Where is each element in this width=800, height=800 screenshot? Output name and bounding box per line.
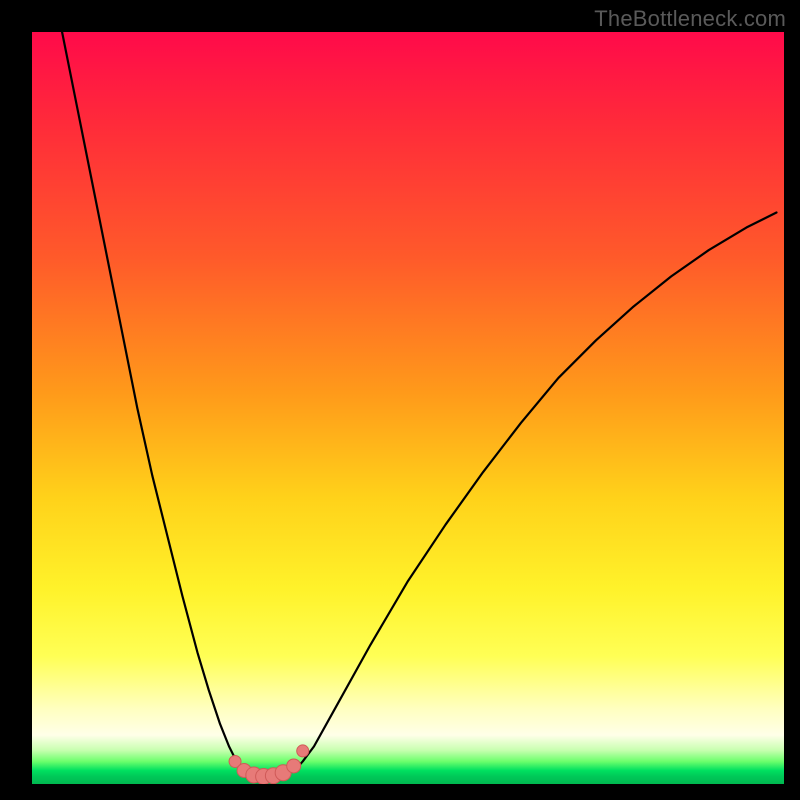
trough-markers [229, 745, 309, 784]
trough-marker [287, 759, 301, 773]
watermark-text: TheBottleneck.com [594, 6, 786, 32]
trough-marker [297, 745, 309, 757]
bottleneck-curve [62, 32, 776, 777]
outer-frame: TheBottleneck.com [0, 0, 800, 800]
curve-layer [32, 32, 784, 784]
plot-area [32, 32, 784, 784]
